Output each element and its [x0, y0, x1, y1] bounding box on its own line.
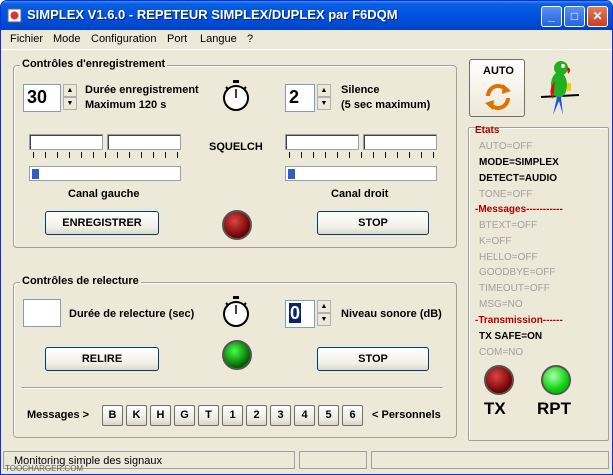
stopwatch-icon	[223, 296, 249, 327]
menu-fichier[interactable]: Fichier	[10, 33, 43, 45]
state-transmission-header: -Transmission------	[475, 315, 563, 326]
play-button[interactable]: RELIRE	[45, 347, 159, 371]
record-duration-input[interactable]: 30	[23, 84, 61, 112]
rpt-label: RPT	[537, 399, 571, 418]
volume-spinner[interactable]: ▲ ▼	[317, 300, 331, 326]
squelch-label: SQUELCH	[209, 141, 263, 153]
record-duration-label: Durée enregistrement	[85, 84, 199, 96]
menu-port[interactable]: Port	[167, 33, 187, 45]
right-channel-label: Canal droit	[331, 188, 389, 200]
record-duration-spinner[interactable]: ▲ ▼	[63, 84, 77, 110]
tx-label: TX	[484, 399, 506, 418]
message-button-4[interactable]: 4	[294, 405, 315, 426]
title-bar[interactable]: SIMPLEX V1.6.0 - REPETEUR SIMPLEX/DUPLEX…	[1, 1, 612, 30]
personal-messages-label: < Personnels	[372, 409, 441, 421]
volume-input[interactable]: 0	[285, 300, 315, 328]
spin-down-icon[interactable]: ▼	[63, 97, 77, 110]
menu-mode[interactable]: Mode	[53, 33, 81, 45]
left-channel-label: Canal gauche	[68, 188, 140, 200]
state-btext: BTEXT=OFF	[479, 220, 538, 231]
message-button-5[interactable]: 5	[318, 405, 339, 426]
state-auto: AUTO=OFF	[479, 141, 533, 152]
menu-help[interactable]: ?	[247, 33, 253, 45]
message-button-k[interactable]: K	[126, 405, 147, 426]
close-button[interactable]: ✕	[587, 6, 608, 27]
playback-duration-input[interactable]	[23, 299, 61, 327]
status-pane-2	[299, 451, 367, 469]
spin-down-icon[interactable]: ▼	[317, 97, 331, 110]
playback-group-title: Contrôles de relecture	[20, 275, 141, 287]
state-msg: MSG=NO	[479, 299, 523, 310]
status-pane-3	[371, 451, 609, 469]
silence-max-label: (5 sec maximum)	[341, 99, 431, 111]
state-com: COM=NO	[479, 347, 524, 358]
minimize-button[interactable]: _	[541, 6, 562, 27]
stopwatch-icon	[223, 80, 249, 111]
volume-label: Niveau sonore (dB)	[341, 308, 442, 320]
messages-divider	[21, 387, 443, 389]
message-button-g[interactable]: G	[174, 405, 195, 426]
right-squelch-slider[interactable]	[285, 134, 359, 150]
states-title: Etats	[475, 125, 500, 136]
silence-spinner[interactable]: ▲ ▼	[317, 84, 331, 110]
refresh-icon	[485, 84, 511, 110]
state-timeout: TIMEOUT=OFF	[479, 283, 550, 294]
left-level-fill	[32, 169, 39, 179]
menu-langue[interactable]: Langue	[200, 33, 237, 45]
spin-down-icon[interactable]: ▼	[317, 313, 331, 326]
silence-label: Silence	[341, 84, 380, 96]
left-channel-level	[29, 166, 181, 181]
message-button-t[interactable]: T	[198, 405, 219, 426]
message-button-6[interactable]: 6	[342, 405, 363, 426]
status-bar: Monitoring simple des signaux	[1, 449, 612, 474]
auto-button-label: AUTO	[483, 65, 514, 77]
menu-bar: Fichier Mode Configuration Port Langue ?	[1, 30, 612, 50]
parrot-logo-icon	[540, 61, 580, 115]
left-squelch-slider-2[interactable]	[107, 134, 181, 150]
main-window: SIMPLEX V1.6.0 - REPETEUR SIMPLEX/DUPLEX…	[0, 0, 613, 475]
window-title: SIMPLEX V1.6.0 - REPETEUR SIMPLEX/DUPLEX…	[27, 7, 398, 22]
playback-duration-label: Durée de relecture (sec)	[69, 308, 195, 320]
state-detect: DETECT=AUDIO	[479, 173, 558, 184]
playback-led	[222, 340, 252, 370]
right-channel-level	[285, 166, 437, 181]
left-squelch-slider[interactable]	[29, 134, 103, 150]
state-tx-safe: TX SAFE=ON	[479, 331, 543, 342]
messages-label: Messages >	[27, 409, 90, 421]
auto-button[interactable]: AUTO	[469, 59, 525, 117]
state-mode: MODE=SIMPLEX	[479, 157, 559, 168]
rpt-led	[541, 365, 571, 395]
record-button[interactable]: ENREGISTRER	[45, 211, 159, 235]
right-level-fill	[288, 169, 295, 179]
record-duration-max-label: Maximum 120 s	[85, 99, 167, 111]
message-button-2[interactable]: 2	[246, 405, 267, 426]
message-button-h[interactable]: H	[150, 405, 171, 426]
state-k: K=OFF	[479, 236, 512, 247]
state-hello: HELLO=OFF	[479, 252, 538, 263]
record-stop-button[interactable]: STOP	[317, 211, 429, 235]
watermark-text: TOOCHARGER.COM	[5, 464, 84, 473]
spin-up-icon[interactable]: ▲	[317, 300, 331, 313]
message-button-3[interactable]: 3	[270, 405, 291, 426]
app-icon	[7, 8, 22, 23]
state-messages-header: -Messages-----------	[475, 204, 563, 215]
spin-up-icon[interactable]: ▲	[317, 84, 331, 97]
menu-configuration[interactable]: Configuration	[91, 33, 156, 45]
recording-group-title: Contrôles d'enregistrement	[20, 58, 168, 70]
state-goodbye: GOODBYE=OFF	[479, 267, 556, 278]
volume-value: 0	[289, 303, 302, 323]
record-led	[222, 210, 252, 240]
silence-input[interactable]: 2	[285, 84, 315, 112]
right-slider-ticks	[289, 152, 437, 158]
message-button-1[interactable]: 1	[222, 405, 243, 426]
maximize-button[interactable]: □	[564, 6, 585, 27]
left-slider-ticks	[33, 152, 181, 158]
right-squelch-slider-2[interactable]	[363, 134, 437, 150]
spin-up-icon[interactable]: ▲	[63, 84, 77, 97]
state-tone: TONE=OFF	[479, 189, 533, 200]
tx-led	[484, 365, 514, 395]
playback-stop-button[interactable]: STOP	[317, 347, 429, 371]
message-button-b[interactable]: B	[102, 405, 123, 426]
